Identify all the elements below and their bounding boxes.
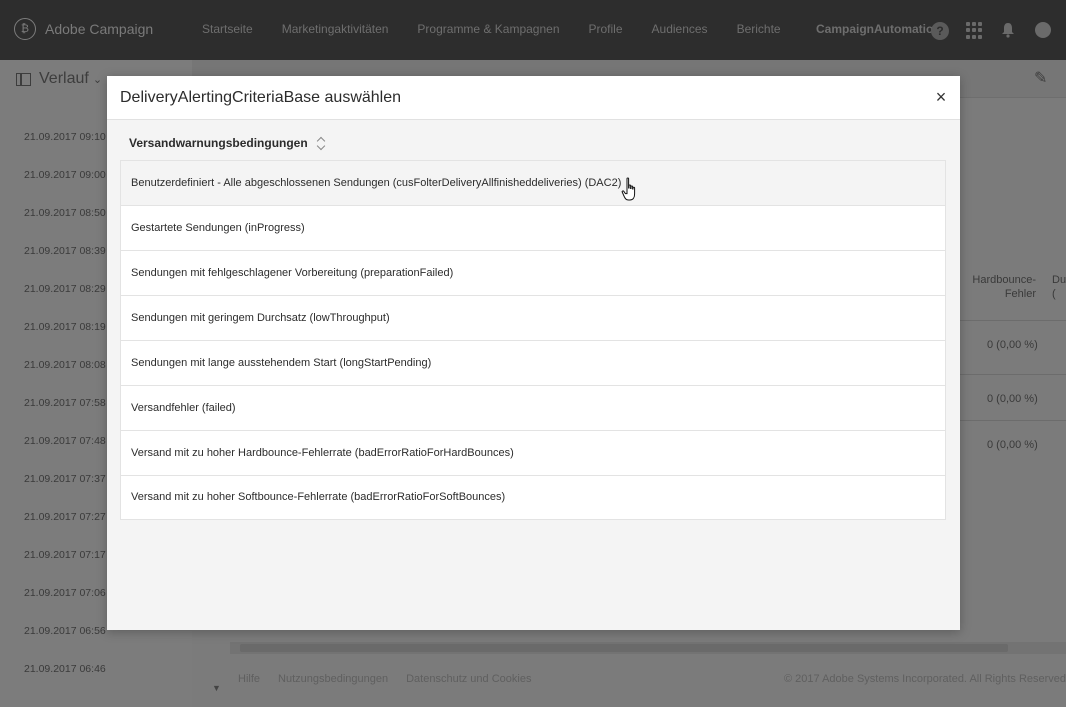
org-name[interactable]: CampaignAutomation <box>816 22 941 36</box>
table-divider <box>960 320 1066 321</box>
brand-name[interactable]: Adobe Campaign <box>45 21 153 37</box>
chevron-down-icon: ⌄ <box>92 73 103 86</box>
criteria-item-preparationfailed[interactable]: Sendungen mit fehlgeschlagener Vorbereit… <box>121 251 945 296</box>
history-timestamp[interactable]: 21.09.2017 07:37 <box>24 473 106 511</box>
footer-link-terms[interactable]: Nutzungsbedingungen <box>278 673 388 685</box>
select-criteria-dialog: DeliveryAlertingCriteriaBase auswählen ×… <box>107 76 960 630</box>
table-divider <box>960 420 1066 421</box>
history-timestamp[interactable]: 21.09.2017 09:10 <box>24 131 106 169</box>
criteria-item-softerrorratio[interactable]: Versand mit zu hoher Softbounce-Fehlerra… <box>121 476 945 519</box>
criteria-list: Benutzerdefiniert - Alle abgeschlossenen… <box>120 160 946 520</box>
history-timestamp[interactable]: 21.09.2017 08:08 <box>24 359 106 397</box>
history-timestamp[interactable]: 21.09.2017 08:19 <box>24 321 106 359</box>
scrollbar-thumb[interactable] <box>240 644 1008 652</box>
edit-pencil-icon[interactable]: ✎ <box>1034 68 1047 88</box>
history-timestamp[interactable]: 21.09.2017 08:39 <box>24 245 106 283</box>
history-timestamp[interactable]: 21.09.2017 08:29 <box>24 283 106 321</box>
criteria-item-failed[interactable]: Versandfehler (failed) <box>121 386 945 431</box>
history-timestamp[interactable]: 21.09.2017 06:46 <box>24 663 106 701</box>
history-timestamp[interactable]: 21.09.2017 07:58 <box>24 397 106 435</box>
history-timestamp-list: 21.09.2017 09:10 21.09.2017 09:00 21.09.… <box>24 131 106 701</box>
history-timestamp[interactable]: 21.09.2017 06:56 <box>24 625 106 663</box>
criteria-item-inprogress[interactable]: Gestartete Sendungen (inProgress) <box>121 206 945 251</box>
history-timestamp[interactable]: 21.09.2017 08:50 <box>24 207 106 245</box>
table-cell: 0 (0,00 %) <box>987 439 1038 451</box>
dialog-body: Versandwarnungsbedingungen Benutzerdefin… <box>107 120 960 630</box>
nav-link-audiences[interactable]: Audiences <box>652 22 708 36</box>
criteria-item-longstartpending[interactable]: Sendungen mit lange ausstehendem Start (… <box>121 341 945 386</box>
criteria-section-header[interactable]: Versandwarnungsbedingungen <box>129 136 326 150</box>
dialog-header: DeliveryAlertingCriteriaBase auswählen × <box>107 76 960 120</box>
hand-pointer-cursor-icon <box>621 177 636 201</box>
table-cell: 0 (0,00 %) <box>987 339 1038 351</box>
column-header-hardbounce[interactable]: Hardbounce- Fehler <box>966 273 1036 301</box>
column-header-partial[interactable]: Du ( <box>1052 273 1066 301</box>
apps-grid-icon[interactable] <box>966 22 983 39</box>
dialog-title: DeliveryAlertingCriteriaBase auswählen <box>120 89 402 106</box>
close-icon[interactable]: × <box>933 88 949 106</box>
history-timestamp[interactable]: 21.09.2017 07:27 <box>24 511 106 549</box>
table-divider <box>960 374 1066 375</box>
history-panel-toggle[interactable]: Verlauf ⌄ <box>16 70 102 88</box>
nav-link-startseite[interactable]: Startseite <box>202 22 253 36</box>
history-timestamp[interactable]: 21.09.2017 07:17 <box>24 549 106 587</box>
sort-toggle-icon[interactable] <box>316 137 326 149</box>
panel-icon <box>16 72 31 86</box>
nav-link-berichte[interactable]: Berichte <box>737 22 781 36</box>
footer-link-help[interactable]: Hilfe <box>238 673 260 685</box>
horizontal-scrollbar[interactable] <box>230 642 1066 654</box>
top-nav-bar: ₿ Adobe Campaign Startseite Marketingakt… <box>0 0 1066 60</box>
user-avatar[interactable] <box>1035 22 1051 38</box>
criteria-item-lowthroughput[interactable]: Sendungen mit geringem Durchsatz (lowThr… <box>121 296 945 341</box>
copyright-text: © 2017 Adobe Systems Incorporated. All R… <box>784 673 1066 685</box>
nav-link-programme-kampagnen[interactable]: Programme & Kampagnen <box>417 22 559 36</box>
table-cell: 0 (0,00 %) <box>987 393 1038 405</box>
nav-link-marketingaktivitaeten[interactable]: Marketingaktivitäten <box>282 22 389 36</box>
criteria-item-dac2[interactable]: Benutzerdefiniert - Alle abgeschlossenen… <box>121 161 945 206</box>
footer-link-privacy[interactable]: Datenschutz und Cookies <box>406 673 531 685</box>
adobe-campaign-logo-icon[interactable]: ₿ <box>14 18 36 40</box>
criteria-section-label: Versandwarnungsbedingungen <box>129 136 308 150</box>
help-icon[interactable]: ? <box>931 22 949 40</box>
history-timestamp[interactable]: 21.09.2017 07:48 <box>24 435 106 473</box>
history-timestamp[interactable]: 21.09.2017 09:00 <box>24 169 106 207</box>
criteria-item-harderrorratio[interactable]: Versand mit zu hoher Hardbounce-Fehlerra… <box>121 431 945 476</box>
history-title: Verlauf <box>39 70 89 87</box>
footer-links: Hilfe Nutzungsbedingungen Datenschutz un… <box>238 673 549 685</box>
history-timestamp[interactable]: 21.09.2017 07:06 <box>24 587 106 625</box>
caret-down-icon[interactable]: ▼ <box>212 683 221 693</box>
main-nav: Startseite Marketingaktivitäten Programm… <box>202 22 810 36</box>
notification-bell-icon[interactable] <box>1001 22 1015 38</box>
nav-link-profile[interactable]: Profile <box>589 22 623 36</box>
